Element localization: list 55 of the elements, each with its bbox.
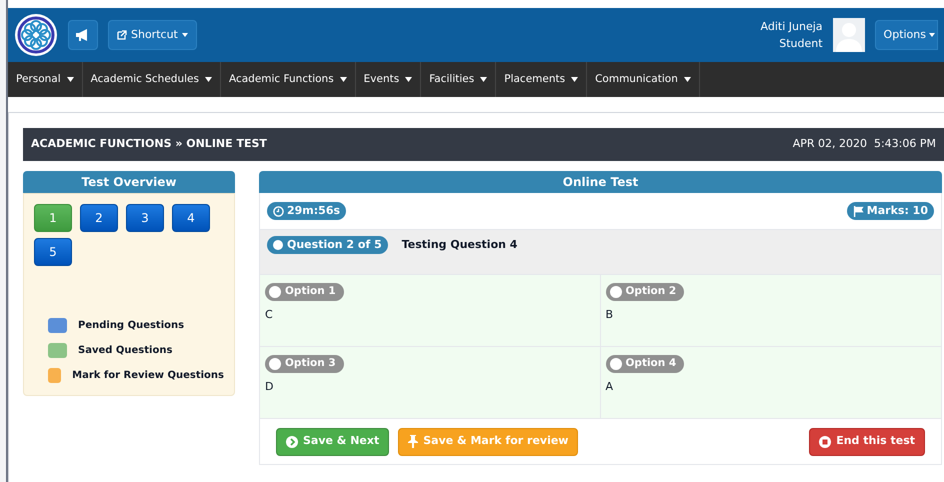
timer-badge: 29m:56s [267,202,346,220]
nav-menu-item[interactable]: Academic Functions [220,62,356,97]
caret-icon [204,77,212,82]
panel-header: Online Test [259,171,942,193]
question-text: Testing Question 4 [402,237,518,253]
user-name: Aditi Juneja [760,19,823,35]
option-answer: A [606,379,614,395]
option-answer: C [265,307,274,323]
stop-circle-icon [819,436,832,448]
option-radio[interactable]: Option 3 [265,355,344,373]
caret-icon [182,33,188,37]
external-link-icon [117,30,127,40]
option-radio[interactable]: Option 1 [265,283,344,301]
caret-icon [929,33,935,37]
action-button[interactable]: End this test [809,428,925,456]
user-role: Student [779,36,823,52]
nav-menu-item[interactable]: Personal [8,62,83,97]
shortcut-dropdown[interactable]: Shortcut [108,20,197,50]
nav-menu-item[interactable]: Placements [496,62,588,97]
caret-icon [340,77,347,82]
caret-icon [571,77,578,82]
caret-icon [405,77,412,82]
question-number-button[interactable]: 3 [126,204,164,232]
avatar-icon [832,18,865,52]
question-number-button[interactable]: 2 [80,204,118,232]
logo-icon [14,13,58,57]
caret-icon [480,77,488,82]
option-answer: B [606,307,614,323]
option-answer: D [265,379,274,395]
nav-menu-item[interactable]: Events [356,62,422,97]
clock-icon [273,206,284,216]
action-button[interactable]: Save & Next [276,428,390,456]
flag-icon [852,206,864,216]
question-badge: Question 2 of 5 [267,236,388,254]
legend-label: Mark for Review Questions [72,369,224,383]
caret-icon [66,77,74,82]
breadcrumb: ACADEMIC FUNCTIONS » ONLINE TEST [31,136,267,152]
legend-label: Saved Questions [78,344,172,358]
nav-menu-item[interactable]: Facilities [421,62,496,97]
question-number-button[interactable]: 5 [34,238,72,266]
option-radio[interactable]: Option 2 [606,283,684,301]
nav-menu-item[interactable]: Communication [587,62,700,97]
option-radio[interactable]: Option 4 [606,355,684,373]
nav-menu-item[interactable]: Academic Schedules [82,62,221,97]
caret-icon [684,77,691,82]
announcement-button[interactable] [68,20,98,50]
chevron-circle-icon [286,436,298,448]
options-dropdown[interactable]: Options [874,20,938,50]
panel-header: Test Overview [23,171,235,193]
marks-badge: Marks: 10 [846,202,934,220]
question-number-button[interactable]: 4 [172,204,210,232]
question-number-button[interactable]: 1 [34,204,72,232]
pin-icon [408,435,418,448]
date-time: APR 02, 2020 5:43:06 PM [792,136,936,152]
legend-label: Pending Questions [78,319,184,333]
